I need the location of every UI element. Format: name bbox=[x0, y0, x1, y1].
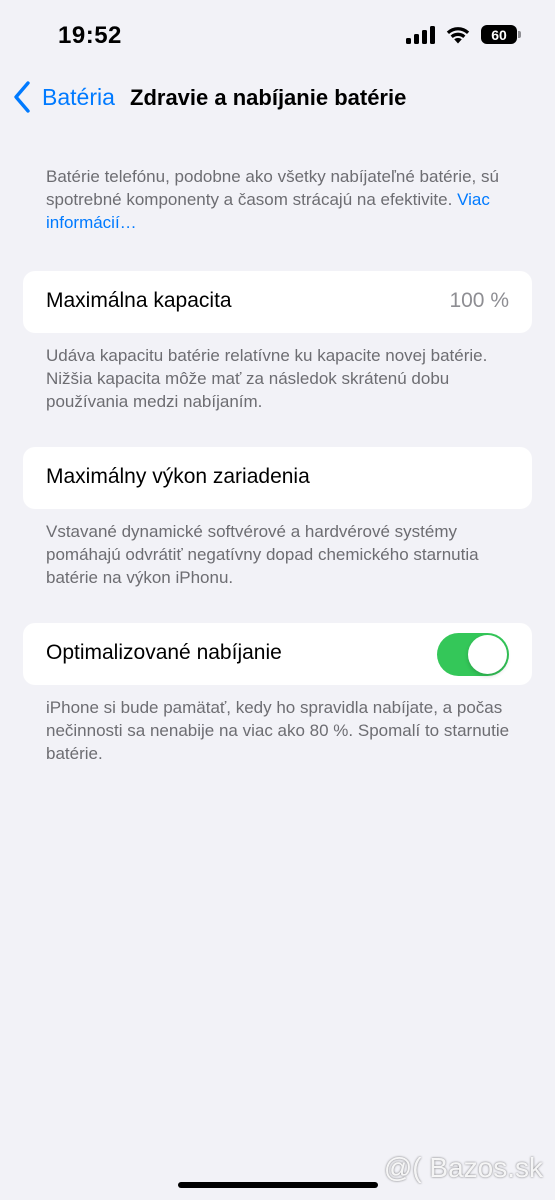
toggle-knob bbox=[468, 635, 507, 674]
optimized-charging-toggle[interactable] bbox=[437, 633, 509, 676]
peak-performance-row: Maximálny výkon zariadenia bbox=[23, 447, 532, 509]
intro-description: Batérie telefónu, podobne ako všetky nab… bbox=[46, 165, 516, 234]
battery-level: 60 bbox=[491, 26, 507, 43]
max-capacity-value: 100 % bbox=[449, 289, 509, 312]
back-label: Batéria bbox=[42, 83, 115, 110]
status-time: 19:52 bbox=[58, 22, 122, 49]
max-capacity-row: Maximálna kapacita 100 % bbox=[23, 271, 532, 333]
home-indicator[interactable] bbox=[178, 1182, 378, 1188]
peak-performance-description: Vstavané dynamické softvérové a hardvéro… bbox=[46, 522, 479, 587]
chevron-left-icon bbox=[14, 81, 30, 113]
wifi-icon bbox=[446, 27, 470, 44]
watermark: @( Bazos.sk bbox=[383, 1152, 543, 1183]
status-icons: 60 bbox=[406, 25, 521, 44]
optimized-charging-label: Optimalizované nabíjanie bbox=[46, 641, 282, 664]
optimized-charging-description: iPhone si bude pamätať, kedy ho spravidl… bbox=[46, 698, 510, 763]
battery-icon: 60 bbox=[481, 25, 521, 44]
status-bar: 19:52 60 bbox=[0, 0, 555, 70]
page-title: Zdravie a nabíjanie batérie bbox=[130, 85, 407, 110]
intro-text: Batérie telefónu, podobne ako všetky nab… bbox=[46, 167, 499, 209]
optimized-charging-row: Optimalizované nabíjanie bbox=[23, 623, 532, 685]
max-capacity-label: Maximálna kapacita bbox=[46, 289, 232, 312]
signal-icon bbox=[406, 25, 435, 44]
max-capacity-description: Udáva kapacitu batérie relatívne ku kapa… bbox=[46, 346, 488, 411]
peak-performance-label: Maximálny výkon zariadenia bbox=[46, 465, 310, 488]
nav-bar: Batéria Zdravie a nabíjanie batérie bbox=[0, 76, 555, 122]
back-button[interactable]: Batéria bbox=[12, 80, 115, 114]
